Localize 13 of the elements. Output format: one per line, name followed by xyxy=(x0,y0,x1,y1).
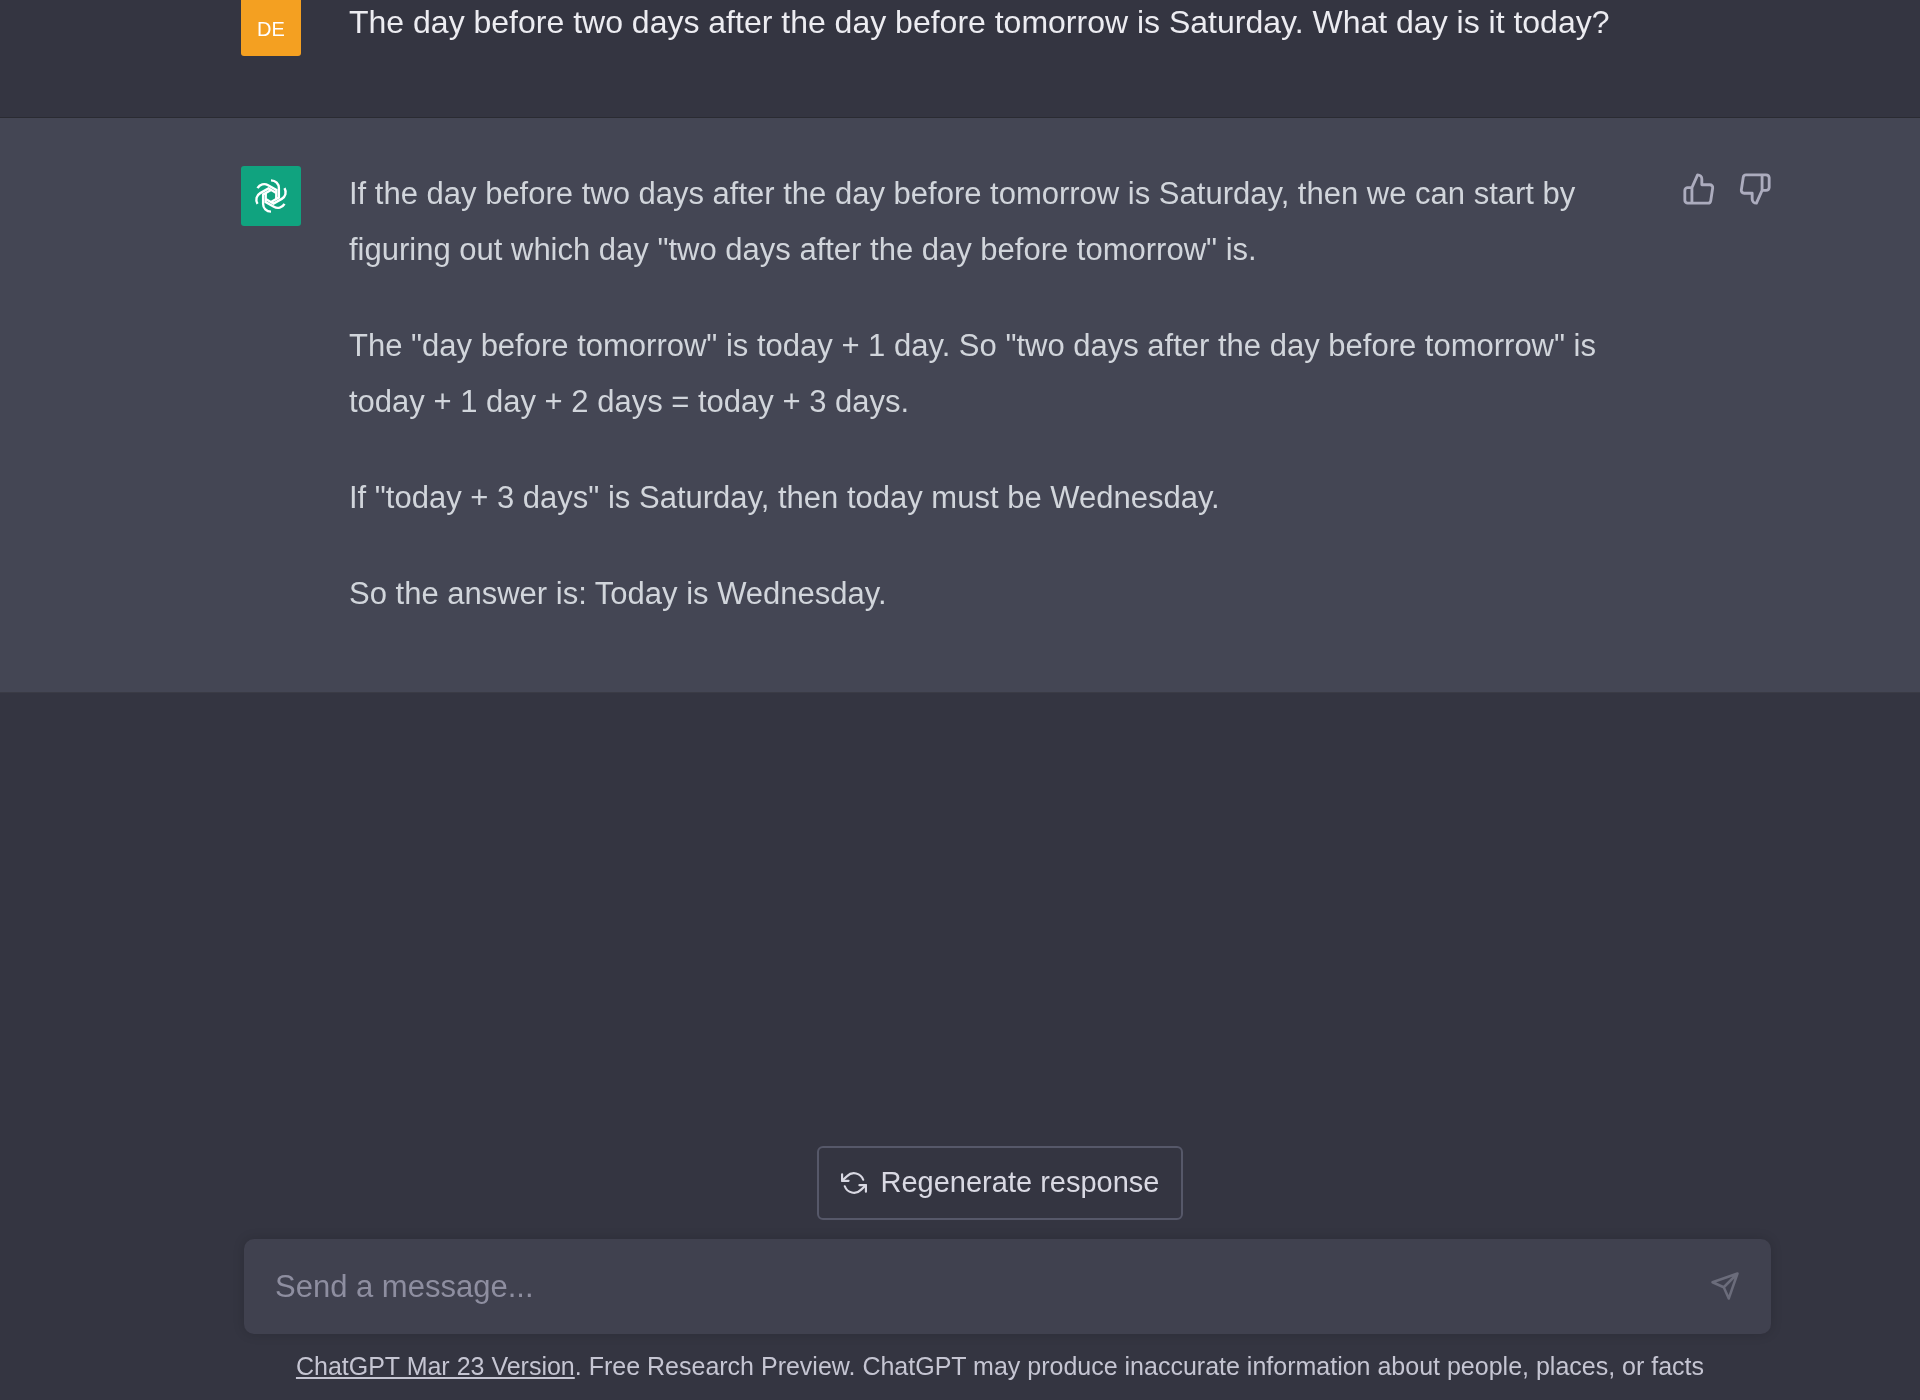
version-link[interactable]: ChatGPT Mar 23 Version xyxy=(295,1352,575,1381)
response-paragraph: So the answer is: Today is Wednesday. xyxy=(349,575,888,613)
response-paragraph: If "today + 3 days" is Saturday, then today must be Wednesday. xyxy=(349,479,1221,517)
regenerate-button[interactable]: Regenerate response xyxy=(817,1146,1183,1220)
thumbs-down-icon[interactable] xyxy=(1738,172,1772,206)
user-message: The day before two days after the day before tomorrow is Saturday. What day is it today? xyxy=(349,3,1610,42)
refresh-icon xyxy=(840,1170,867,1196)
thumbs-up-icon[interactable] xyxy=(1682,172,1716,206)
user-avatar: DE xyxy=(241,0,301,56)
message-field[interactable]: Send a message... xyxy=(244,1239,1771,1334)
response-paragraph: If the day before two days after the day before tomorrow is Saturday, then we can start by figuring out which day "two days after the day before tomorrow" is. xyxy=(349,175,1577,269)
response-paragraph: The "day before tomorrow" is today + 1 day. So "two days after the day before tomorrow" is today + 1 day + 2 days = today + 3 days. xyxy=(349,327,1597,421)
footer-text: ChatGPT Mar 23 Version. Free Research Preview. ChatGPT may produce inaccurate information about people, places, or facts xyxy=(295,1351,1705,1383)
